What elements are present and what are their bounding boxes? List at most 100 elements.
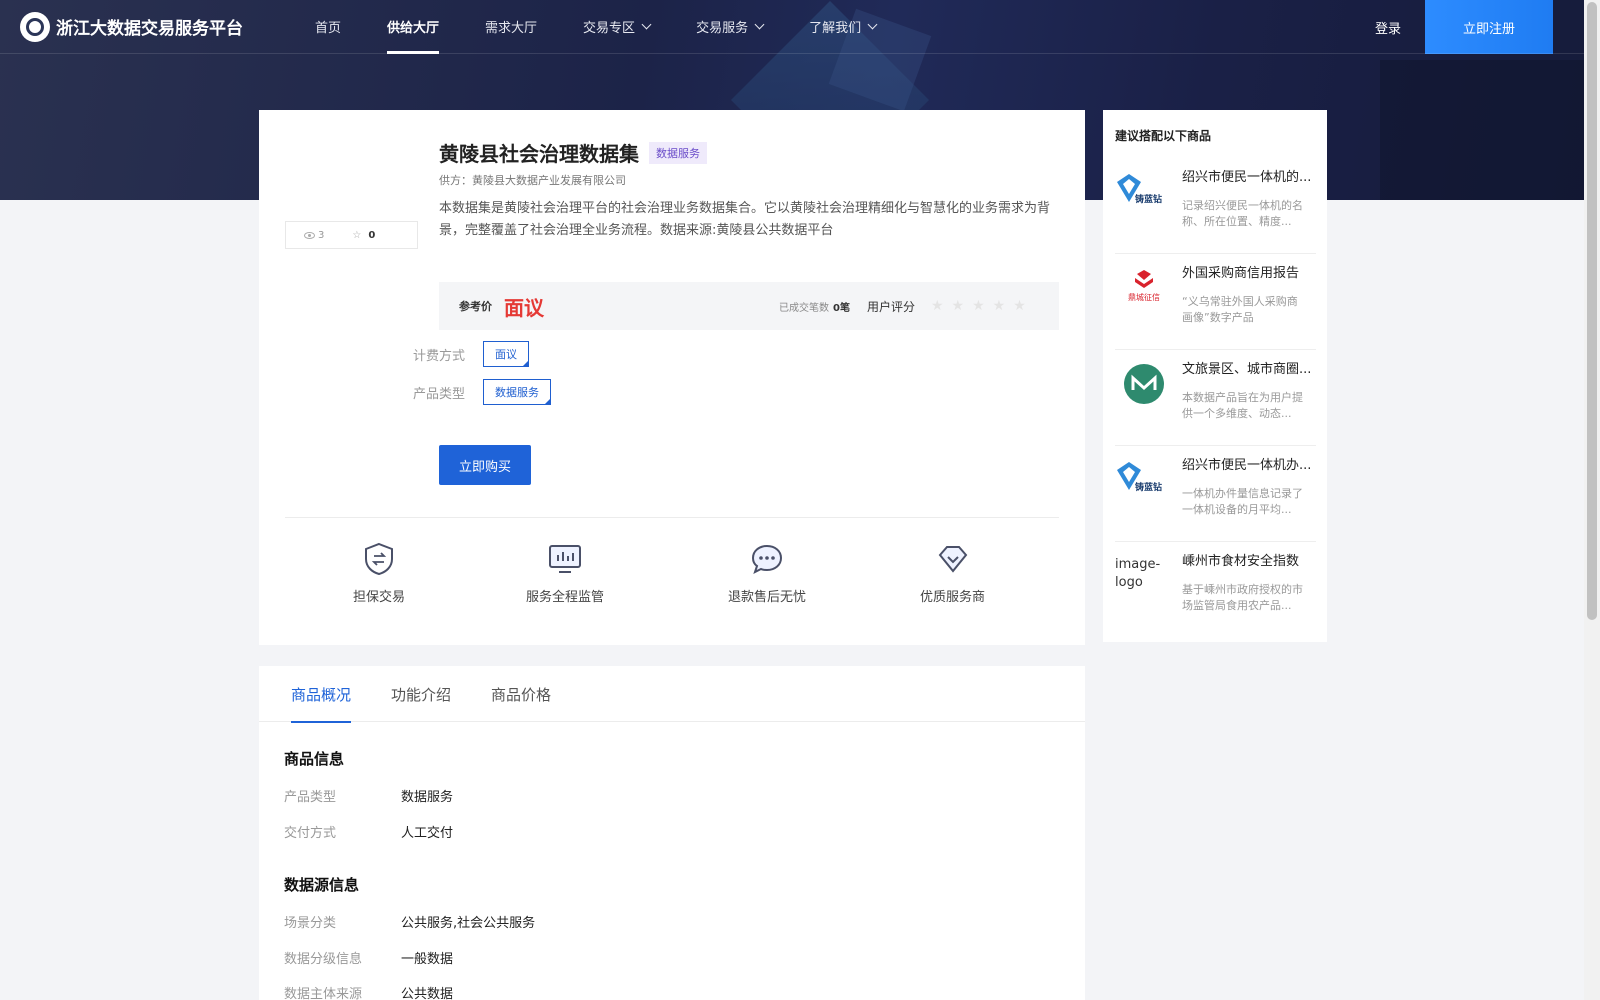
nav-item-label: 交易服务: [696, 21, 749, 36]
detail-card: 商品概况 功能介绍 商品价格 商品信息 产品类型 数据服务 交付方式 人工交付 …: [259, 666, 1085, 1000]
billing-label: 计费方式: [413, 348, 466, 364]
feature-label: 担保交易: [353, 590, 406, 605]
tab-pricing[interactable]: 商品价格: [491, 666, 551, 722]
info-key: 数据分级信息: [284, 952, 363, 967]
product-card: 3 ☆ 0 黄陵县社会治理数据集 数据服务 供方：黄陵县大数据产业发展有限公司 …: [259, 110, 1085, 645]
rating-stars: ★★★★★: [931, 298, 1034, 314]
feature-label: 服务全程监管: [526, 590, 605, 605]
product-logo-image: [1115, 364, 1173, 404]
hero-decor-shape: [1380, 60, 1600, 200]
price-box: 参考价 面议 已成交笔数 0笔 用户评分 ★★★★★: [439, 282, 1059, 330]
chat-bubble-icon: [750, 542, 784, 576]
chevron-down-icon: [754, 19, 765, 30]
type-option-chip[interactable]: 数据服务: [483, 379, 551, 405]
nav-item-trade-zone[interactable]: 交易专区: [583, 0, 652, 54]
type-option-row: 产品类型 数据服务: [413, 379, 551, 405]
feature-label: 退款售后无忧: [728, 590, 807, 605]
product-logo-image: 铸蓝钻: [1115, 460, 1173, 500]
detail-tabs: 商品概况 功能介绍 商品价格: [259, 666, 1085, 723]
svg-text:鼎城征信: 鼎城征信: [1128, 292, 1160, 302]
info-value: 一般数据: [401, 952, 454, 967]
nav-item-label: 了解我们: [809, 21, 862, 36]
brand-name: 浙江大数据交易服务平台: [56, 19, 243, 39]
info-value: 公共服务,社会公共服务: [401, 916, 536, 931]
recommendation-item[interactable]: 文旅景区、城市商圈... 本数据产品旨在为用户提供一个多维度、动态...: [1115, 350, 1316, 446]
info-key: 场景分类: [284, 916, 337, 931]
monitor-chart-icon: [548, 542, 582, 576]
product-stats: 3 ☆ 0: [285, 221, 418, 249]
feature-label: 优质服务商: [920, 590, 986, 605]
nav-item-home[interactable]: 首页: [315, 0, 341, 54]
info-value: 人工交付: [401, 826, 454, 841]
tab-overview[interactable]: 商品概况: [291, 666, 352, 723]
nav-item-label: 需求大厅: [485, 21, 538, 36]
star-outline-icon: ☆: [352, 229, 362, 241]
shield-exchange-icon: [362, 542, 396, 576]
recommendation-desc: “义乌常驻外国人采购商画像”数字产品: [1182, 295, 1298, 324]
billing-option-chip[interactable]: 面议: [483, 341, 529, 367]
page-scrollbar[interactable]: [1584, 0, 1600, 1000]
nav-item-supply-hall[interactable]: 供给大厅: [387, 0, 440, 54]
svg-text:铸蓝钻: 铸蓝钻: [1135, 481, 1162, 493]
recommendation-desc: 一体机办件量信息记录了一体机设备的月平均...: [1182, 487, 1303, 516]
product-title: 黄陵县社会治理数据集: [439, 142, 639, 166]
recommendation-desc: 记录绍兴便民一体机的名称、所在位置、精度...: [1182, 199, 1303, 228]
product-logo-image: 铸蓝钻: [1115, 172, 1173, 212]
deals-value: 0笔: [833, 302, 850, 314]
brand-logo-icon: [20, 11, 50, 42]
feature-full-supervision: 服务全程监管: [526, 542, 604, 605]
recommendation-item[interactable]: 鼎城征信 外国采购商信用报告 “义乌常驻外国人采购商画像”数字产品: [1115, 254, 1316, 350]
brand[interactable]: 浙江大数据交易服务平台: [20, 11, 243, 42]
rating-label: 用户评分: [867, 299, 916, 314]
info-value: 公共数据: [401, 987, 454, 1000]
section-title-data-source: 数据源信息: [284, 876, 360, 894]
chevron-down-icon: [867, 19, 878, 30]
nav-item-label: 首页: [315, 21, 342, 36]
product-type-badge: 数据服务: [649, 141, 707, 164]
billing-option-row: 计费方式 面议: [413, 341, 529, 367]
top-navbar: 浙江大数据交易服务平台 首页 供给大厅 需求大厅 交易专区 交易服务 了解我们: [0, 0, 1584, 54]
buy-now-button[interactable]: 立即购买: [439, 445, 531, 485]
nav-item-demand-hall[interactable]: 需求大厅: [485, 0, 537, 54]
service-features: 担保交易 服务全程监管 退款售后无忧 优质服务商: [285, 542, 1059, 622]
info-row: 产品类型 数据服务: [284, 786, 453, 805]
info-key: 数据主体来源: [284, 987, 363, 1000]
product-logo-image: 鼎城征信: [1115, 268, 1173, 308]
favorites-count: 0: [368, 229, 376, 241]
type-label: 产品类型: [413, 386, 466, 402]
broken-image-placeholder: image-logo: [1115, 556, 1173, 596]
recommendation-item[interactable]: 铸蓝钻 绍兴市便民一体机办... 一体机办件量信息记录了一体机设备的月平均...: [1115, 446, 1316, 542]
feature-guaranteed-trade: 担保交易: [353, 542, 405, 605]
recommendation-desc: 本数据产品旨在为用户提供一个多维度、动态...: [1182, 391, 1303, 420]
eye-icon: [304, 231, 315, 239]
nav-item-trade-service[interactable]: 交易服务: [696, 0, 765, 54]
tab-features[interactable]: 功能介绍: [391, 666, 451, 722]
favorites-stat[interactable]: ☆ 0: [352, 230, 375, 241]
svg-text:铸蓝钻: 铸蓝钻: [1135, 193, 1162, 205]
recommendation-title: 建议搭配以下商品: [1115, 129, 1212, 143]
feature-refund-worry-free: 退款售后无忧: [728, 542, 806, 605]
deals-count: 已成交笔数 0笔: [779, 299, 850, 314]
title-row: 黄陵县社会治理数据集 数据服务: [439, 138, 707, 167]
info-row: 数据主体来源 公共数据: [284, 983, 453, 1000]
recommendation-desc: 基于嵊州市政府授权的市场监管局食用农产品...: [1182, 583, 1303, 612]
nav-menu: 首页 供给大厅 需求大厅 交易专区 交易服务 了解我们: [315, 0, 922, 54]
deals-label: 已成交笔数: [779, 302, 829, 314]
recommendation-item[interactable]: image-logo 嵊州市食材安全指数 基于嵊州市政府授权的市场监管局食用农产…: [1115, 542, 1316, 638]
nav-item-label: 交易专区: [583, 21, 636, 36]
info-row: 数据分级信息 一般数据: [284, 948, 453, 967]
feature-quality-provider: 优质服务商: [920, 542, 985, 605]
price-label: 参考价: [459, 300, 492, 313]
diamond-icon: [936, 542, 970, 576]
info-row: 场景分类 公共服务,社会公共服务: [284, 912, 535, 931]
price-value: 面议: [504, 295, 544, 320]
section-title-product-info: 商品信息: [284, 750, 345, 768]
product-description: 本数据集是黄陵社会治理平台的社会治理业务数据集合。它以黄陵社会治理精细化与智慧化…: [439, 201, 1051, 238]
nav-item-about-us[interactable]: 了解我们: [809, 0, 878, 54]
image-alt-text: image-logo: [1115, 557, 1161, 590]
views-stat: 3: [304, 230, 324, 241]
recommendation-item[interactable]: 铸蓝钻 绍兴市便民一体机的... 记录绍兴便民一体机的名称、所在位置、精度...: [1115, 158, 1316, 254]
scrollbar-thumb[interactable]: [1587, 2, 1597, 620]
info-value: 数据服务: [401, 790, 454, 805]
supplier-text: 供方：黄陵县大数据产业发展有限公司: [439, 174, 626, 187]
